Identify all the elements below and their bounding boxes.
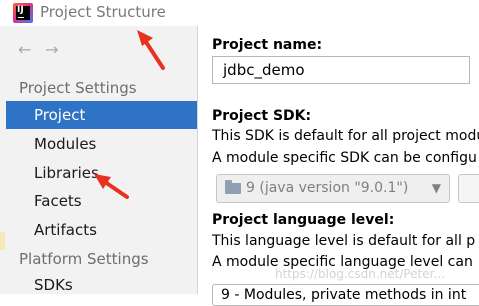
forward-arrow-icon[interactable]: → — [45, 40, 67, 59]
chevron-down-icon: ▼ — [431, 181, 441, 195]
edge-marker — [0, 232, 5, 250]
sdk-description-2: A module specific SDK can be configu — [212, 150, 477, 166]
sidebar-item-label: Modules — [34, 135, 97, 153]
project-settings-panel: Project name: jdbc_demo Project SDK: Thi… — [198, 26, 479, 306]
settings-sidebar: ← → Project Settings Project Modules Lib… — [0, 26, 198, 294]
nav-arrows: ← → — [18, 40, 67, 60]
platform-settings-heading: Platform Settings — [19, 250, 149, 268]
language-level-dropdown[interactable]: 9 - Modules, private methods in int — [212, 284, 479, 306]
intellij-idea-icon: IJ — [13, 3, 33, 23]
project-settings-heading: Project Settings — [19, 79, 137, 97]
project-sdk-label: Project SDK: — [212, 108, 312, 124]
window-titlebar: IJ Project Structure — [0, 0, 479, 26]
sidebar-item-modules[interactable]: Modules — [6, 130, 197, 158]
sdk-description-1: This SDK is default for all project modu — [212, 128, 479, 144]
project-sdk-dropdown[interactable]: 9 (java version "9.0.1") ▼ — [216, 174, 450, 203]
sidebar-item-artifacts[interactable]: Artifacts — [6, 216, 197, 244]
project-name-input[interactable]: jdbc_demo — [212, 56, 470, 84]
sidebar-item-label: Libraries — [34, 164, 99, 182]
sidebar-item-sdks[interactable]: SDKs — [6, 271, 197, 299]
sidebar-item-label: Facets — [34, 192, 82, 210]
sdk-selected-value: 9 (java version "9.0.1") — [246, 180, 409, 196]
back-arrow-icon[interactable]: ← — [18, 40, 40, 59]
sidebar-item-facets[interactable]: Facets — [6, 187, 197, 215]
sidebar-item-label: Project — [34, 106, 86, 124]
new-sdk-button[interactable] — [458, 174, 479, 203]
language-level-label: Project language level: — [212, 212, 395, 228]
sdk-folder-icon — [225, 180, 241, 194]
sidebar-item-label: SDKs — [34, 276, 73, 294]
language-level-description-1: This language level is default for all p — [212, 233, 476, 249]
sidebar-item-label: Artifacts — [34, 221, 97, 239]
window-title: Project Structure — [40, 3, 166, 21]
sidebar-item-libraries[interactable]: Libraries — [6, 159, 197, 187]
watermark-text: https://blog.csdn.net/Peter... — [275, 267, 445, 281]
project-name-label: Project name: — [212, 37, 323, 53]
sidebar-item-project[interactable]: Project — [6, 101, 197, 129]
